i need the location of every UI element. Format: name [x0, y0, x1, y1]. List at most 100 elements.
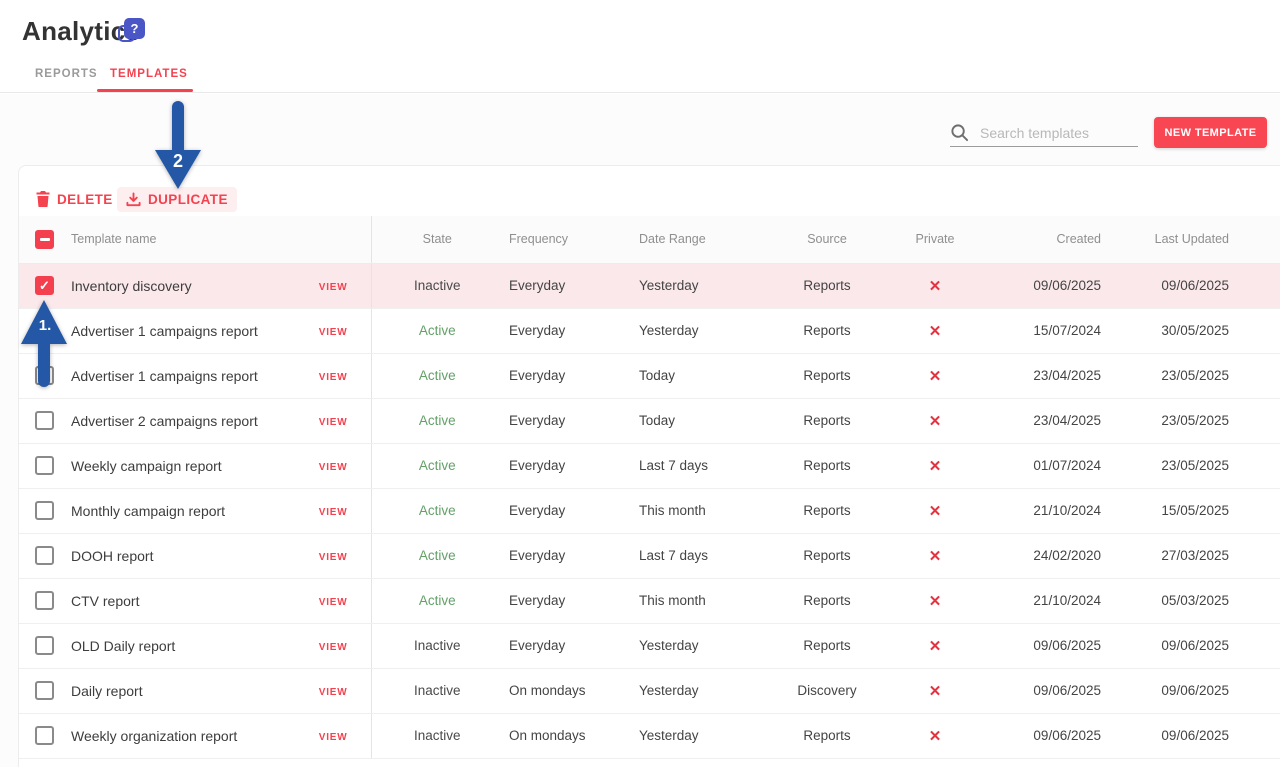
- updated-date: 09/06/2025: [1109, 713, 1241, 758]
- table-row: ✓Inventory discoveryVIEWInactiveEveryday…: [19, 263, 1280, 308]
- created-date: 23/04/2025: [983, 398, 1109, 443]
- view-link[interactable]: VIEW: [319, 417, 348, 428]
- date-range-value: Yesterday: [633, 713, 767, 758]
- state-value: Inactive: [414, 638, 461, 653]
- column-header-date-range: Date Range: [633, 216, 767, 263]
- state-value: Inactive: [414, 728, 461, 743]
- template-name: Advertiser 1 campaigns report: [63, 308, 291, 353]
- date-range-value: Yesterday: [633, 668, 767, 713]
- date-range-value: Yesterday: [633, 263, 767, 308]
- row-filler: [1241, 713, 1280, 758]
- row-checkbox[interactable]: [35, 546, 54, 565]
- help-question-glyph: ?: [124, 18, 145, 39]
- bulk-actions-toolbar: DELETE DUPLICATE: [19, 166, 1280, 216]
- not-private-icon: ✕: [929, 548, 942, 565]
- state-value: Active: [419, 503, 456, 518]
- source-value: Reports: [767, 488, 887, 533]
- annotation-step2-label: 2: [173, 151, 183, 171]
- updated-date: 09/06/2025: [1109, 623, 1241, 668]
- updated-date: 09/06/2025: [1109, 263, 1241, 308]
- state-value: Active: [419, 413, 456, 428]
- table-row: Advertiser 1 campaigns reportVIEWActiveE…: [19, 353, 1280, 398]
- row-checkbox[interactable]: [35, 636, 54, 655]
- column-header-view-spacer: [291, 216, 371, 263]
- date-range-value: Today: [633, 353, 767, 398]
- updated-date: 23/05/2025: [1109, 443, 1241, 488]
- template-name: DOOH report: [63, 533, 291, 578]
- created-date: 15/07/2024: [983, 308, 1109, 353]
- created-date: 09/06/2025: [983, 263, 1109, 308]
- view-link[interactable]: VIEW: [319, 642, 348, 653]
- row-filler: [1241, 488, 1280, 533]
- source-value: Reports: [767, 263, 887, 308]
- row-filler: [1241, 308, 1280, 353]
- column-header-created: Created: [983, 216, 1109, 263]
- row-checkbox[interactable]: ✓: [35, 276, 54, 295]
- row-filler: [1241, 398, 1280, 443]
- up-arrow-icon: 1.: [18, 299, 70, 388]
- row-checkbox[interactable]: [35, 456, 54, 475]
- state-value: Inactive: [414, 683, 461, 698]
- updated-date: 23/05/2025: [1109, 353, 1241, 398]
- down-arrow-icon: 2: [152, 100, 204, 190]
- frequency-value: Everyday: [503, 353, 633, 398]
- active-tab-underline: [97, 89, 193, 92]
- column-header-template-name: Template name: [63, 216, 291, 263]
- view-link[interactable]: VIEW: [319, 732, 348, 743]
- updated-date: 30/05/2025: [1109, 308, 1241, 353]
- search-input[interactable]: [969, 125, 1138, 141]
- templates-table: Template name State Frequency Date Range…: [19, 216, 1280, 759]
- view-link[interactable]: VIEW: [319, 552, 348, 563]
- created-date: 09/06/2025: [983, 623, 1109, 668]
- tab-templates[interactable]: TEMPLATES: [110, 56, 188, 92]
- row-checkbox[interactable]: [35, 591, 54, 610]
- state-value: Active: [419, 593, 456, 608]
- frequency-value: On mondays: [503, 668, 633, 713]
- view-link[interactable]: VIEW: [319, 327, 348, 338]
- view-link[interactable]: VIEW: [319, 597, 348, 608]
- frequency-value: Everyday: [503, 263, 633, 308]
- not-private-icon: ✕: [929, 503, 942, 520]
- select-all-checkbox[interactable]: [35, 230, 54, 249]
- new-template-button[interactable]: NEW TEMPLATE: [1154, 117, 1267, 148]
- view-link[interactable]: VIEW: [319, 282, 348, 293]
- not-private-icon: ✕: [929, 683, 942, 700]
- row-checkbox[interactable]: [35, 501, 54, 520]
- template-name: Daily report: [63, 668, 291, 713]
- source-value: Reports: [767, 533, 887, 578]
- analytics-page: Analytics ? REPORTS TEMPLATES NEW TEMPLA…: [0, 0, 1280, 767]
- view-link[interactable]: VIEW: [319, 462, 348, 473]
- view-link[interactable]: VIEW: [319, 507, 348, 518]
- template-name: OLD Daily report: [63, 623, 291, 668]
- not-private-icon: ✕: [929, 728, 942, 745]
- created-date: 24/02/2020: [983, 533, 1109, 578]
- view-link[interactable]: VIEW: [319, 372, 348, 383]
- row-filler: [1241, 263, 1280, 308]
- source-value: Reports: [767, 353, 887, 398]
- not-private-icon: ✕: [929, 323, 942, 340]
- help-icon[interactable]: ?: [118, 18, 146, 46]
- annotation-step1-label: 1.: [39, 317, 52, 334]
- state-value: Active: [419, 368, 456, 383]
- row-checkbox[interactable]: [35, 726, 54, 745]
- source-value: Reports: [767, 713, 887, 758]
- created-date: 21/10/2024: [983, 578, 1109, 623]
- view-link[interactable]: VIEW: [319, 687, 348, 698]
- source-value: Reports: [767, 623, 887, 668]
- date-range-value: Last 7 days: [633, 533, 767, 578]
- template-name: Monthly campaign report: [63, 488, 291, 533]
- column-header-filler: [1241, 216, 1280, 263]
- table-row: Weekly campaign reportVIEWActiveEveryday…: [19, 443, 1280, 488]
- tab-reports[interactable]: REPORTS: [35, 56, 98, 92]
- row-checkbox[interactable]: [35, 411, 54, 430]
- not-private-icon: ✕: [929, 638, 942, 655]
- delete-button[interactable]: DELETE: [36, 191, 113, 207]
- updated-date: 15/05/2025: [1109, 488, 1241, 533]
- row-filler: [1241, 443, 1280, 488]
- templates-card: DELETE DUPLICATE Tem: [18, 165, 1280, 767]
- date-range-value: This month: [633, 578, 767, 623]
- date-range-value: This month: [633, 488, 767, 533]
- date-range-value: Last 7 days: [633, 443, 767, 488]
- row-checkbox[interactable]: [35, 681, 54, 700]
- column-header-last-updated: Last Updated: [1109, 216, 1241, 263]
